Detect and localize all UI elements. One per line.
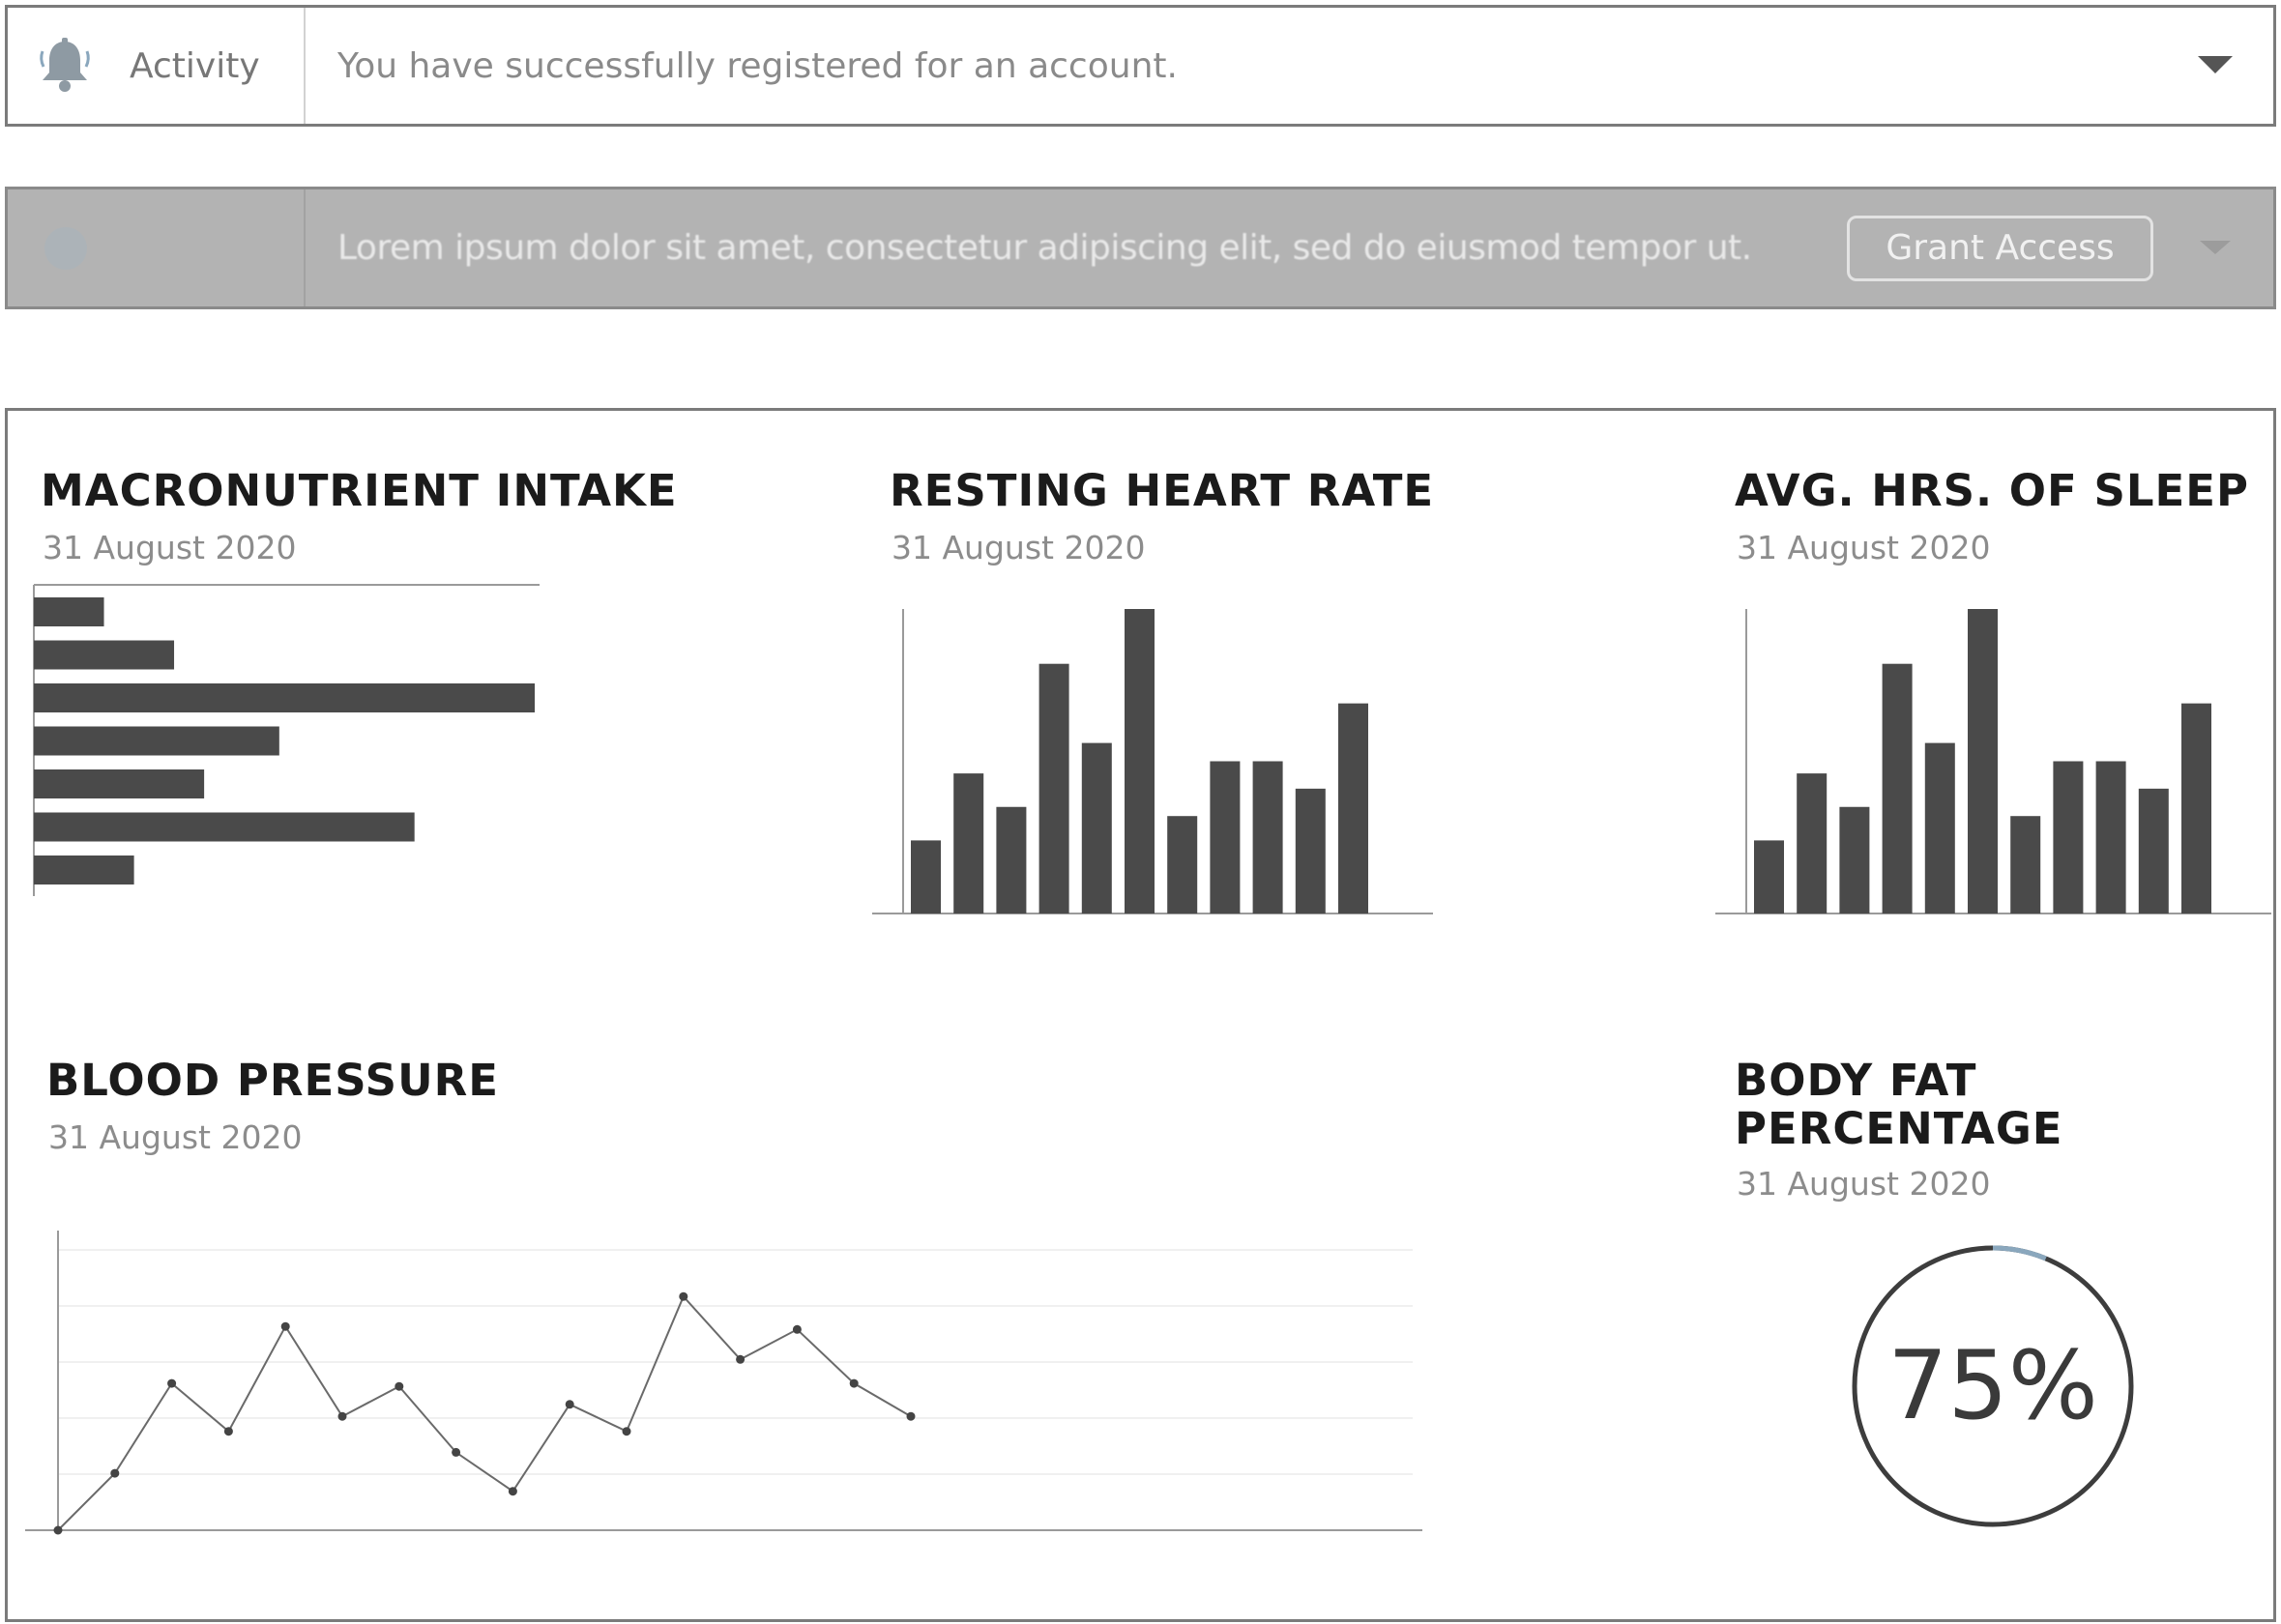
bar: [1797, 773, 1828, 914]
bar: [1754, 840, 1784, 914]
access-request-bar: Lorem ipsum dolor sit amet, consectetur …: [5, 187, 2276, 309]
body-fat-date: 31 August 2020: [1737, 1165, 1991, 1203]
heart-rate-date: 31 August 2020: [892, 529, 1146, 566]
bar: [1252, 761, 1283, 914]
heart-rate-chart: [872, 609, 1433, 914]
activity-section: Activity: [8, 8, 306, 124]
body-fat-title-line1: BODY FAT: [1735, 1055, 1977, 1106]
grant-access-button[interactable]: Grant Access: [1847, 215, 2153, 281]
chevron-down-icon[interactable]: [2196, 237, 2235, 260]
bar: [2053, 761, 2084, 914]
bar: [1882, 663, 1913, 914]
activity-label: Activity: [130, 45, 260, 86]
bar: [1038, 663, 1069, 914]
data-point: [906, 1411, 916, 1421]
activity-notification-bar: Activity You have successfully registere…: [5, 5, 2276, 127]
macronutrient-title: MACRONUTRIENT INTAKE: [41, 465, 678, 516]
bar: [34, 769, 205, 798]
data-point: [452, 1447, 461, 1457]
data-point: [508, 1487, 517, 1496]
bar: [34, 597, 104, 626]
blood-pressure-title: BLOOD PRESSURE: [46, 1055, 499, 1106]
request-icon-section: [8, 189, 306, 306]
sleep-chart: [1715, 609, 2271, 914]
body-fat-value: 75%: [1887, 1331, 2098, 1441]
bar: [911, 840, 941, 914]
bar: [1167, 816, 1198, 914]
heart-rate-title: RESTING HEART RATE: [890, 465, 1435, 516]
bar: [1125, 609, 1155, 914]
data-point: [167, 1378, 177, 1388]
bar: [2181, 703, 2211, 914]
health-dashboard: MACRONUTRIENT INTAKE 31 August 2020 REST…: [5, 408, 2276, 1622]
user-icon: [44, 226, 87, 270]
bar: [34, 683, 535, 712]
macronutrient-chart: [33, 584, 540, 896]
data-point: [849, 1378, 859, 1388]
bar: [1839, 806, 1870, 914]
data-point: [110, 1468, 120, 1478]
data-point: [53, 1525, 63, 1535]
data-point: [565, 1400, 574, 1409]
bar: [953, 773, 984, 914]
data-point: [280, 1321, 290, 1331]
bar: [1210, 761, 1241, 914]
chevron-down-icon[interactable]: [2196, 54, 2235, 77]
data-point: [395, 1381, 404, 1391]
bar: [34, 812, 415, 842]
data-point: [337, 1411, 347, 1421]
bar: [996, 806, 1027, 914]
bell-icon: [40, 38, 90, 92]
notification-message: You have successfully registered for an …: [337, 45, 1178, 86]
bar: [2138, 788, 2169, 914]
body-fat-title-line2: PERCENTAGE: [1735, 1103, 2063, 1154]
request-message: Lorem ipsum dolor sit amet, consectetur …: [337, 228, 1752, 268]
data-point: [223, 1427, 233, 1436]
body-fat-title: BODY FAT PERCENTAGE: [1735, 1057, 2063, 1153]
bar: [34, 640, 175, 670]
data-point: [792, 1324, 802, 1334]
macronutrient-date: 31 August 2020: [43, 529, 297, 566]
data-point: [736, 1354, 746, 1364]
bar: [2010, 816, 2041, 914]
bar: [34, 726, 279, 756]
sleep-title: AVG. HRS. OF SLEEP: [1735, 465, 2249, 516]
data-point: [622, 1427, 631, 1436]
series-line: [57, 1294, 912, 1531]
blood-pressure-date: 31 August 2020: [48, 1118, 303, 1156]
bar: [1924, 742, 1955, 914]
data-point: [679, 1291, 688, 1301]
sleep-date: 31 August 2020: [1737, 529, 1991, 566]
bar: [1968, 609, 1998, 914]
bar: [1295, 788, 1326, 914]
bar: [1338, 703, 1368, 914]
bar: [2095, 761, 2126, 914]
body-fat-gauge: 75%: [1848, 1241, 2138, 1531]
bar: [1081, 742, 1112, 914]
bar: [34, 856, 134, 884]
blood-pressure-chart: [25, 1231, 1422, 1535]
